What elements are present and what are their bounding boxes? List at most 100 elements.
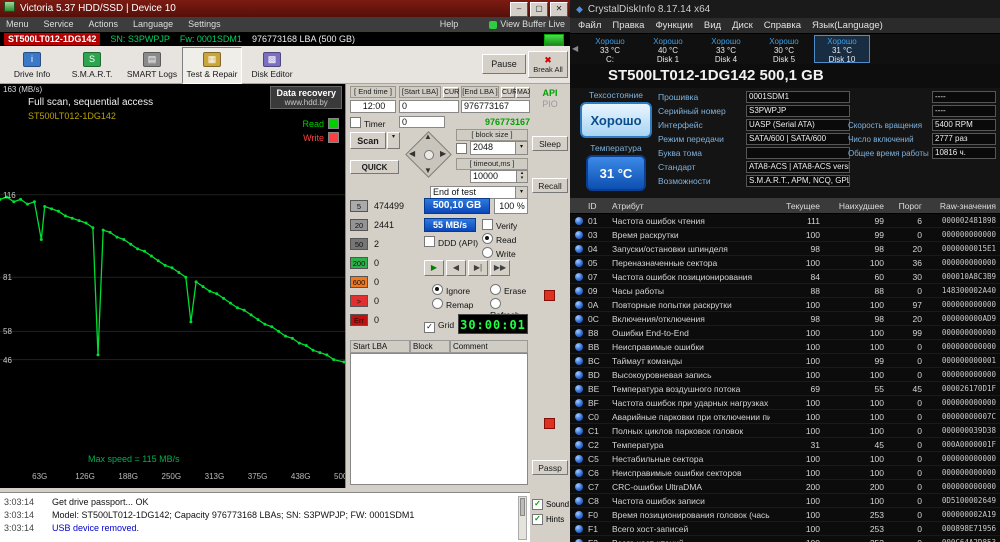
- chevron-down-icon[interactable]: [515, 142, 527, 154]
- ddd-checkbox-box[interactable]: [424, 236, 435, 247]
- hints-checkbox-box[interactable]: [532, 514, 543, 525]
- block-size-select[interactable]: 2048: [470, 141, 528, 155]
- cdi-menu-item[interactable]: Вид: [704, 20, 721, 31]
- scan-button[interactable]: Scan: [350, 132, 386, 149]
- grid-checkbox[interactable]: Grid: [424, 320, 454, 333]
- pause-button[interactable]: Pause: [482, 54, 526, 74]
- log-scrollbar[interactable]: [518, 496, 527, 540]
- smart-row[interactable]: 05 Переназначенные сектора 100 100 36 0000000…: [570, 256, 1000, 270]
- fast-forward-button[interactable]: ▶▶: [490, 260, 510, 276]
- smart-row[interactable]: 01 Частота ошибок чтения 111 99 6 00000248189…: [570, 214, 1000, 228]
- remap-radio[interactable]: Remap: [432, 298, 473, 310]
- erase-radio-button[interactable]: [490, 284, 501, 295]
- next-block-button[interactable]: ▶|: [468, 260, 488, 276]
- start-lba-cur-button[interactable]: CUR: [443, 87, 459, 98]
- api-mode-toggle[interactable]: API: [530, 88, 570, 98]
- spinner-arrows-icon[interactable]: [516, 171, 527, 182]
- device-model-badge[interactable]: ST500LT012-1DG142: [4, 33, 101, 45]
- smart-row[interactable]: C1 Полных циклов парковок головок 100 100 0 0…: [570, 424, 1000, 438]
- sleep-button[interactable]: Sleep: [532, 136, 568, 151]
- menu-item-language[interactable]: Language: [133, 19, 173, 29]
- quick-button[interactable]: QUICK: [350, 160, 399, 174]
- ignore-radio-button[interactable]: [432, 284, 443, 295]
- defect-column-header[interactable]: Comment: [450, 340, 528, 353]
- cdi-titlebar[interactable]: ◆ CrystalDiskInfo 8.17.14 x64: [570, 0, 1000, 18]
- hints-checkbox[interactable]: Hints: [532, 514, 570, 525]
- timer-checkbox-box[interactable]: [350, 117, 361, 128]
- end-lba-cur-button[interactable]: CUR: [501, 87, 517, 98]
- break-all-button[interactable]: Break All: [528, 51, 568, 78]
- end-lba-max-button[interactable]: MAX: [516, 87, 532, 98]
- defect-table-body[interactable]: [350, 353, 528, 485]
- smart-row[interactable]: B8 Ошибки End-to-End 100 100 99 000000000000: [570, 326, 1000, 340]
- write-radio-button[interactable]: [482, 247, 493, 258]
- smart-header-3[interactable]: Текущее: [770, 201, 828, 211]
- smart-row[interactable]: BF Частота ошибок при ударных нагрузках 10…: [570, 396, 1000, 410]
- smart-row[interactable]: F0 Время позиционирования головок (часы) 1…: [570, 508, 1000, 522]
- smart-header-2[interactable]: Атрибут: [612, 201, 770, 211]
- cdi-menu-item[interactable]: Файл: [578, 20, 601, 31]
- sound-checkbox[interactable]: Sound: [532, 499, 570, 510]
- victoria-titlebar[interactable]: Victoria 5.37 HDD/SSD | Device 10: [0, 0, 570, 17]
- temperature-badge[interactable]: 31 °C: [586, 155, 646, 191]
- smart-row[interactable]: 04 Запуски/остановки шпинделя 98 98 20 000000…: [570, 242, 1000, 256]
- refresh-radio-button[interactable]: [490, 298, 501, 309]
- legend-write[interactable]: Write: [302, 132, 339, 143]
- chevron-down-icon[interactable]: [515, 187, 527, 198]
- smart-header-5[interactable]: Порог: [892, 201, 930, 211]
- write-radio[interactable]: Write: [482, 247, 516, 259]
- smart-row[interactable]: C6 Неисправимые ошибки секторов 100 100 0 000…: [570, 466, 1000, 480]
- minimize-button[interactable]: [510, 2, 528, 17]
- end-lba-input[interactable]: 976773167: [461, 100, 530, 113]
- cdi-menu-item[interactable]: Функции: [655, 20, 692, 31]
- strip-left-arrow-icon[interactable]: ◀: [572, 44, 578, 53]
- cdi-menu-item[interactable]: Правка: [612, 20, 644, 31]
- smart-row[interactable]: 07 Частота ошибок позиционирования 84 60 30 0…: [570, 270, 1000, 284]
- smart-row[interactable]: F1 Всего хост-записей 100 253 0 000898E71956: [570, 522, 1000, 536]
- nav-right-icon[interactable]: [440, 150, 446, 158]
- navigation-pad[interactable]: [404, 130, 452, 178]
- menu-item-settings[interactable]: Settings: [188, 19, 221, 29]
- smart-row[interactable]: 0A Повторные попытки раскрутки 100 100 97 000…: [570, 298, 1000, 312]
- drive-info-button[interactable]: i Drive Info: [2, 47, 62, 84]
- timeout-spinner[interactable]: 10000: [470, 170, 528, 183]
- read-radio-button[interactable]: [482, 233, 493, 244]
- smart-row[interactable]: C8 Частота ошибок записи 100 100 0 0D51000026…: [570, 494, 1000, 508]
- maximize-button[interactable]: [530, 2, 548, 17]
- nav-center-button[interactable]: [424, 150, 434, 160]
- timer-checkbox[interactable]: Timer: [350, 117, 385, 129]
- smart-row[interactable]: BE Температура воздушного потока 69 55 45 000…: [570, 382, 1000, 396]
- timer-value[interactable]: 0: [399, 116, 445, 128]
- block-size-auto-checkbox[interactable]: [456, 143, 467, 154]
- verify-checkbox-box[interactable]: [482, 219, 493, 230]
- menu-item-menu[interactable]: Menu: [6, 19, 29, 29]
- menu-item-actions[interactable]: Actions: [89, 19, 119, 29]
- sound-checkbox-box[interactable]: [532, 499, 543, 510]
- ddd-checkbox[interactable]: DDD (API): [424, 236, 478, 248]
- pio-mode-toggle[interactable]: PIO: [530, 99, 570, 109]
- smart-row[interactable]: BD Высокоуровневая запись 100 100 0 000000000…: [570, 368, 1000, 382]
- log-scrollbar-thumb[interactable]: [520, 498, 525, 516]
- rewind-button[interactable]: ◀: [446, 260, 466, 276]
- smart-row[interactable]: 09 Часы работы 88 88 0 148300002A40: [570, 284, 1000, 298]
- erase-radio[interactable]: Erase: [490, 284, 526, 296]
- drive-tab-disk10[interactable]: Хорошо 31 °C Disk 10: [814, 35, 870, 64]
- smart-row[interactable]: C2 Температура 31 45 0 000A0000001F: [570, 438, 1000, 452]
- cdi-menu-item[interactable]: Справка: [764, 20, 801, 31]
- scan-dropdown-button[interactable]: [387, 132, 400, 149]
- drive-tab-c[interactable]: Хорошо 33 °C C:: [582, 35, 638, 64]
- nav-up-icon[interactable]: [424, 133, 432, 141]
- disk-editor-button[interactable]: ▩ Disk Editor: [242, 47, 302, 84]
- close-button[interactable]: [550, 2, 568, 17]
- recall-button[interactable]: Recall: [532, 178, 568, 193]
- drive-tab-disk5[interactable]: Хорошо 30 °C Disk 5: [756, 35, 812, 64]
- legend-checkbox[interactable]: [328, 132, 339, 143]
- legend-read[interactable]: Read: [302, 118, 339, 129]
- view-buffer-live-button[interactable]: View Buffer Live: [489, 17, 565, 32]
- smart-button[interactable]: S S.M.A.R.T.: [62, 47, 122, 84]
- ignore-radio[interactable]: Ignore: [432, 284, 470, 296]
- legend-checkbox[interactable]: [328, 118, 339, 129]
- nav-down-icon[interactable]: [424, 167, 432, 175]
- start-lba-input[interactable]: 0: [399, 100, 459, 113]
- remap-radio-button[interactable]: [432, 298, 443, 309]
